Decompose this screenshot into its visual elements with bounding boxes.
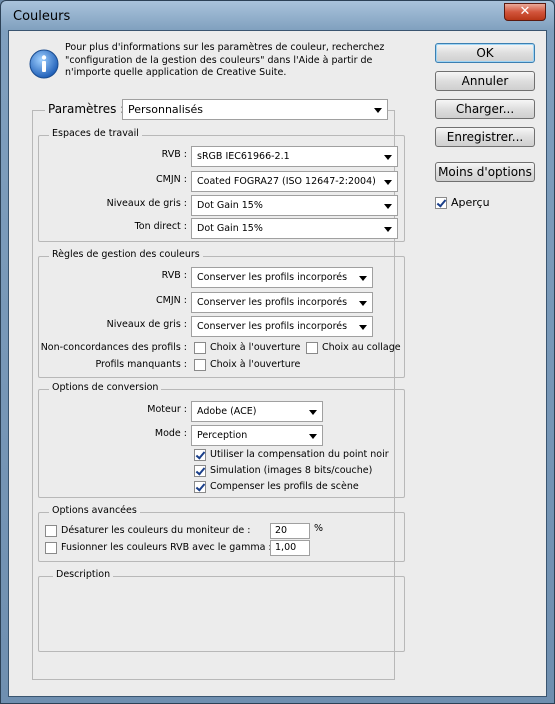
pol-rgb-label: RVB : xyxy=(161,270,187,281)
settings-label: Paramètres : xyxy=(45,102,128,116)
chevron-down-icon xyxy=(309,410,317,415)
scene-label: Compenser les profils de scène xyxy=(210,481,359,492)
save-button[interactable]: Enregistrer... xyxy=(435,127,535,147)
settings-select-value: Personnalisés xyxy=(128,103,204,116)
ws-spot-select[interactable]: Dot Gain 15% xyxy=(191,218,398,239)
missing-ask-open-label: Choix à l'ouverture xyxy=(210,359,301,370)
intent-label: Mode : xyxy=(154,428,187,439)
cancel-button[interactable]: Annuler xyxy=(435,71,535,91)
blend-gamma-checkbox[interactable] xyxy=(45,542,57,554)
info-icon xyxy=(29,49,59,79)
description-group xyxy=(38,576,405,652)
dither-checkbox[interactable] xyxy=(194,465,206,477)
mismatch-ask-paste-label: Choix au collage xyxy=(322,342,401,353)
ws-cmyk-value: Coated FOGRA27 (ISO 12647-2:2004) xyxy=(197,176,376,187)
scene-checkbox[interactable] xyxy=(194,481,206,493)
window-title: Couleurs xyxy=(13,9,71,24)
pol-gray-label: Niveaux de gris : xyxy=(106,319,187,330)
chevron-down-icon xyxy=(374,108,382,113)
ws-gray-select[interactable]: Dot Gain 15% xyxy=(191,195,398,216)
ws-spot-value: Dot Gain 15% xyxy=(197,223,263,234)
colour-settings-window: Couleurs ✕ Pour plus d'informations sur … xyxy=(0,0,555,704)
pol-cmyk-label: CMJN : xyxy=(156,295,187,306)
bpc-label: Utiliser la compensation du point noir xyxy=(210,449,389,460)
mismatch-label: Non-concordances des profils : xyxy=(40,342,187,353)
chevron-down-icon xyxy=(384,180,392,185)
mismatch-ask-open-label: Choix à l'ouverture xyxy=(210,342,301,353)
pol-rgb-value: Conserver les profils incorporés xyxy=(197,272,348,283)
ws-spot-label: Ton direct : xyxy=(134,221,187,232)
advanced-group xyxy=(38,512,405,562)
settings-select[interactable]: Personnalisés xyxy=(122,99,388,120)
pol-rgb-select[interactable]: Conserver les profils incorporés xyxy=(191,267,373,288)
ws-gray-value: Dot Gain 15% xyxy=(197,200,263,211)
chevron-down-icon xyxy=(359,325,367,330)
missing-profiles-label: Profils manquants : xyxy=(95,359,187,370)
desaturate-checkbox[interactable] xyxy=(45,525,57,537)
fewer-options-button[interactable]: Moins d'options xyxy=(435,162,535,182)
dither-label: Simulation (images 8 bits/couche) xyxy=(210,465,373,476)
info-text: Pour plus d'informations sur les paramèt… xyxy=(65,42,385,78)
dialog-client-area: Pour plus d'informations sur les paramèt… xyxy=(8,30,547,697)
ws-rgb-value: sRGB IEC61966-2.1 xyxy=(197,151,290,162)
preview-label: Aperçu xyxy=(451,196,490,209)
intent-select[interactable]: Perception xyxy=(191,425,323,446)
chevron-down-icon xyxy=(384,227,392,232)
engine-value: Adobe (ACE) xyxy=(197,406,257,417)
chevron-down-icon xyxy=(309,434,317,439)
chevron-down-icon xyxy=(384,204,392,209)
pol-cmyk-select[interactable]: Conserver les profils incorporés xyxy=(191,292,373,313)
description-title: Description xyxy=(53,569,114,580)
working-spaces-title: Espaces de travail xyxy=(49,128,142,139)
ws-cmyk-label: CMJN : xyxy=(156,174,187,185)
chevron-down-icon xyxy=(359,301,367,306)
blend-gamma-label: Fusionner les couleurs RVB avec le gamma… xyxy=(61,542,272,553)
policies-title: Règles de gestion des couleurs xyxy=(49,249,203,260)
conversion-title: Options de conversion xyxy=(49,382,162,393)
engine-label: Moteur : xyxy=(147,404,187,415)
bpc-checkbox[interactable] xyxy=(194,449,206,461)
ok-button[interactable]: OK xyxy=(435,43,535,63)
desaturate-label: Désaturer les couleurs du moniteur de : xyxy=(61,525,251,536)
mismatch-ask-paste-checkbox[interactable] xyxy=(306,342,318,354)
missing-ask-open-checkbox[interactable] xyxy=(194,359,206,371)
blend-gamma-input[interactable]: 1,00 xyxy=(270,540,310,556)
ws-cmyk-select[interactable]: Coated FOGRA27 (ISO 12647-2:2004) xyxy=(191,171,398,192)
load-button[interactable]: Charger... xyxy=(435,99,535,119)
pol-gray-value: Conserver les profils incorporés xyxy=(197,321,348,332)
close-button[interactable]: ✕ xyxy=(504,3,546,21)
pol-gray-select[interactable]: Conserver les profils incorporés xyxy=(191,316,373,337)
chevron-down-icon xyxy=(384,155,392,160)
intent-value: Perception xyxy=(197,430,248,441)
preview-checkbox[interactable] xyxy=(435,197,447,209)
ws-rgb-select[interactable]: sRGB IEC61966-2.1 xyxy=(191,146,398,167)
ws-gray-label: Niveaux de gris : xyxy=(106,198,187,209)
desaturate-unit: % xyxy=(314,523,324,534)
advanced-title: Options avancées xyxy=(49,505,140,516)
pol-cmyk-value: Conserver les profils incorporés xyxy=(197,297,348,308)
mismatch-ask-open-checkbox[interactable] xyxy=(194,342,206,354)
ws-rgb-label: RVB : xyxy=(161,149,187,160)
chevron-down-icon xyxy=(359,276,367,281)
desaturate-input[interactable]: 20 xyxy=(270,523,310,539)
engine-select[interactable]: Adobe (ACE) xyxy=(191,401,323,422)
